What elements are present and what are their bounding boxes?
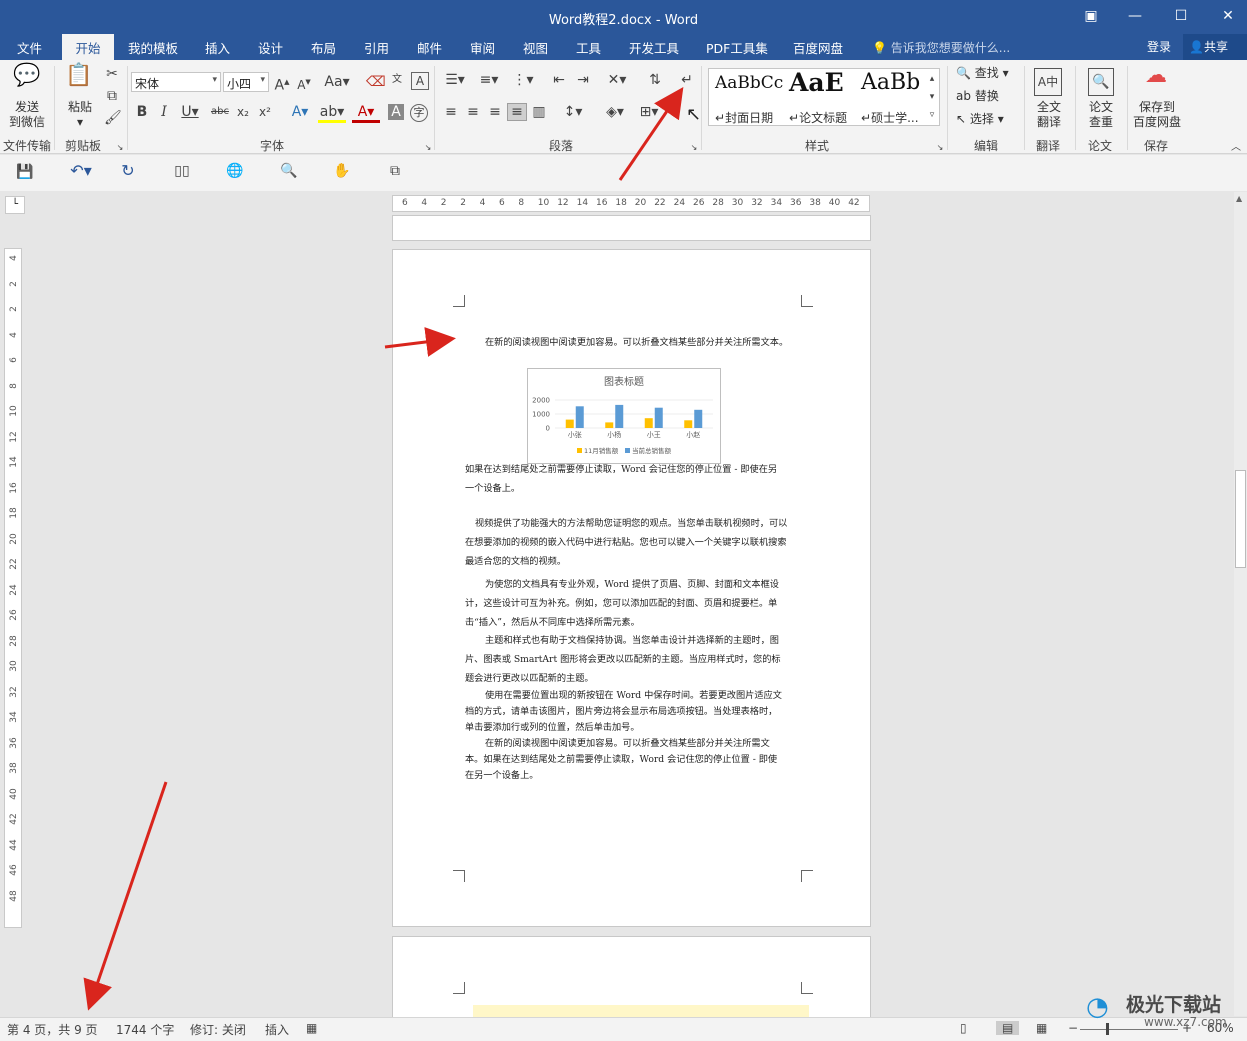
word-count[interactable]: 1744 个字 <box>116 1021 174 1038</box>
read-mode-icon[interactable]: ▯ <box>960 1021 967 1035</box>
insert-mode[interactable]: 插入 <box>265 1021 289 1038</box>
watermark-logo-icon: ◔ <box>1086 992 1109 1022</box>
arrow-to-text <box>384 327 456 357</box>
watermark-title: 极光下载站 <box>1126 994 1222 1016</box>
arrow-to-show-marks <box>618 87 684 181</box>
site-watermark: ◔ 极光下载站 www.xz7.com <box>1086 988 1246 1034</box>
macro-icon[interactable]: ▦ <box>306 1021 317 1035</box>
page-count[interactable]: 第 4 页，共 9 页 <box>7 1021 98 1038</box>
track-changes-status[interactable]: 修订: 关闭 <box>190 1021 246 1038</box>
web-layout-icon[interactable]: ▦ <box>1036 1021 1047 1035</box>
arrow-to-status <box>83 781 168 1011</box>
annotation-layer <box>83 87 684 1011</box>
zoom-out-icon[interactable]: − <box>1068 1021 1078 1035</box>
watermark-url: www.xz7.com <box>1144 1015 1227 1029</box>
status-bar: 第 4 页，共 9 页 1744 个字 修订: 关闭 插入 ▦ ▯ ▤ ▦ − … <box>0 1017 1247 1041</box>
print-layout-icon[interactable]: ▤ <box>996 1021 1020 1035</box>
